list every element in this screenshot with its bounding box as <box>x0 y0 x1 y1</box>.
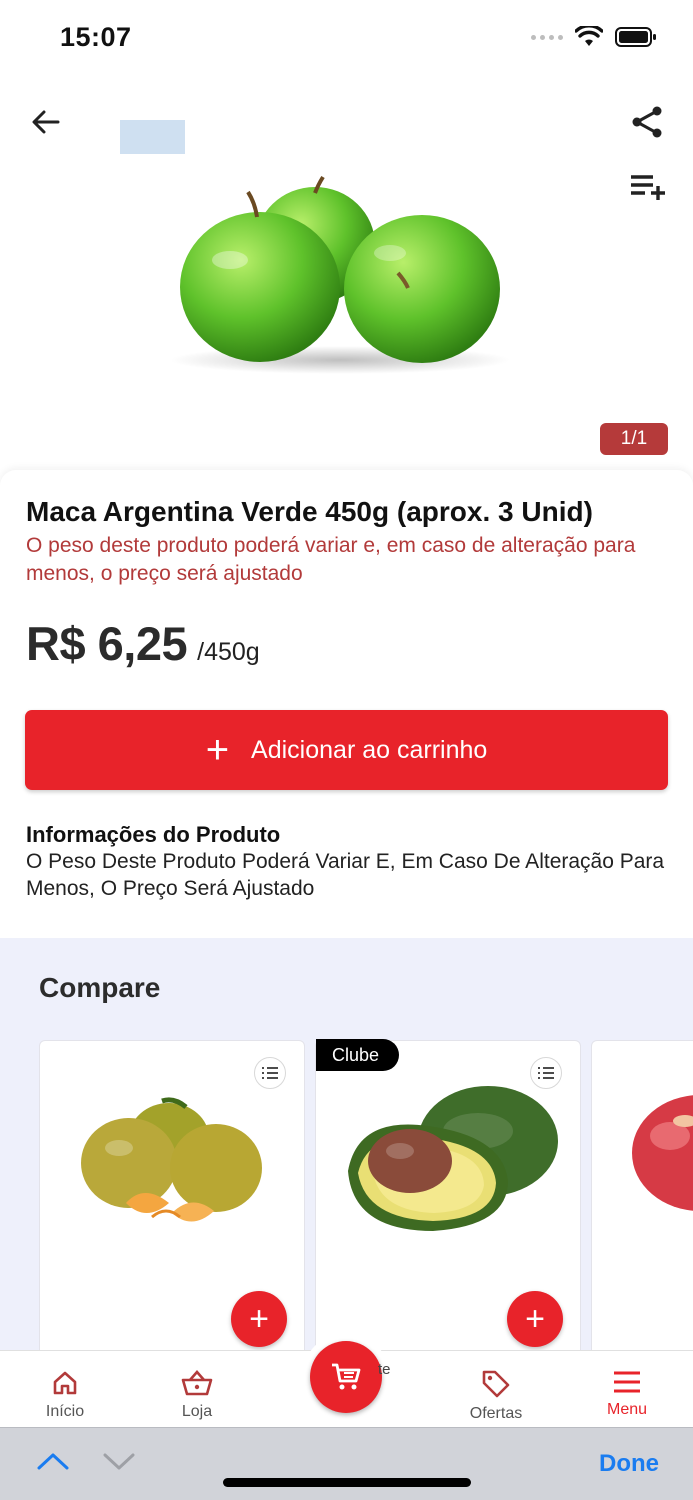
status-time: 15:07 <box>60 22 132 52</box>
add-to-cart-button[interactable]: + Adicionar ao carrinho <box>25 710 668 790</box>
list-icon[interactable] <box>254 1057 286 1089</box>
home-icon <box>53 1371 77 1395</box>
nav-item-menu[interactable]: Menu <box>577 1351 677 1429</box>
tag-icon <box>482 1370 510 1398</box>
menu-icon <box>614 1371 640 1393</box>
weight-note: O peso deste produto poderá variar e, em… <box>26 534 636 585</box>
chevron-down-icon <box>103 1453 135 1470</box>
keyboard-toolbar: Done <box>0 1427 693 1500</box>
nav-label: Loja <box>181 1403 213 1420</box>
product-details: Maca Argentina Verde 450g (aprox. 3 Unid… <box>0 470 693 940</box>
done-button[interactable]: Done <box>599 1450 659 1478</box>
green-apples-image <box>170 175 510 374</box>
compare-section: Compare + Clube + <box>0 938 693 1358</box>
battery-icon <box>615 27 656 47</box>
logo-placeholder <box>120 120 185 154</box>
wifi-icon <box>575 26 603 46</box>
compare-card[interactable]: + <box>39 1040 305 1358</box>
nav-item-inicio[interactable]: Início <box>15 1351 115 1429</box>
nav-label: Ofertas <box>469 1405 523 1422</box>
back-button[interactable] <box>28 104 64 140</box>
compare-title: Compare <box>39 972 161 1003</box>
chevron-up-icon <box>37 1453 69 1470</box>
nav-label: Menu <box>606 1401 648 1418</box>
signal-icon <box>531 34 563 40</box>
playlist-add-icon <box>631 175 665 200</box>
clube-badge: Clube <box>316 1039 400 1071</box>
avocado-image <box>348 1086 558 1231</box>
bottom-nav: Início Loja te Ofertas Menu <box>0 1333 693 1429</box>
nav-item-loja[interactable]: Loja <box>147 1351 247 1429</box>
add-button[interactable]: + <box>507 1291 563 1347</box>
previous-field-button[interactable] <box>36 1450 70 1477</box>
basket-icon <box>181 1370 213 1396</box>
status-icons <box>531 26 657 48</box>
add-to-cart-label: Adicionar ao carrinho <box>251 735 488 764</box>
add-to-list-button[interactable] <box>629 172 667 202</box>
product-info-text: O Peso Deste Produto Poderá Variar E, Em… <box>26 850 665 900</box>
product-info-title: Informações do Produto <box>26 822 281 847</box>
arrow-left-icon <box>32 110 60 134</box>
product-title: Maca Argentina Verde 450g (aprox. 3 Unid… <box>26 496 593 527</box>
product-image[interactable] <box>160 175 520 385</box>
share-icon <box>632 106 662 138</box>
cart-button[interactable] <box>310 1341 382 1413</box>
add-button[interactable]: + <box>231 1291 287 1347</box>
image-counter: 1/1 <box>600 423 668 455</box>
status-bar: 15:07 <box>0 0 693 80</box>
price: R$ 6,25 <box>26 617 188 670</box>
next-field-button[interactable] <box>102 1450 136 1477</box>
red-apple-image <box>632 1095 693 1211</box>
compare-card[interactable]: Clube + <box>315 1039 581 1358</box>
price-unit: /450g <box>197 638 260 666</box>
nav-label: Início <box>45 1403 85 1420</box>
plus-icon: + <box>205 728 230 772</box>
partial-card-text: te <box>378 1361 391 1378</box>
price-row: R$ 6,25 /450g <box>26 616 260 671</box>
home-indicator <box>223 1478 471 1487</box>
nav-item-ofertas[interactable]: Ofertas <box>446 1351 546 1429</box>
tangerines-image <box>81 1097 262 1222</box>
compare-card[interactable] <box>591 1040 693 1358</box>
share-button[interactable] <box>629 104 665 140</box>
cart-icon <box>332 1363 361 1390</box>
